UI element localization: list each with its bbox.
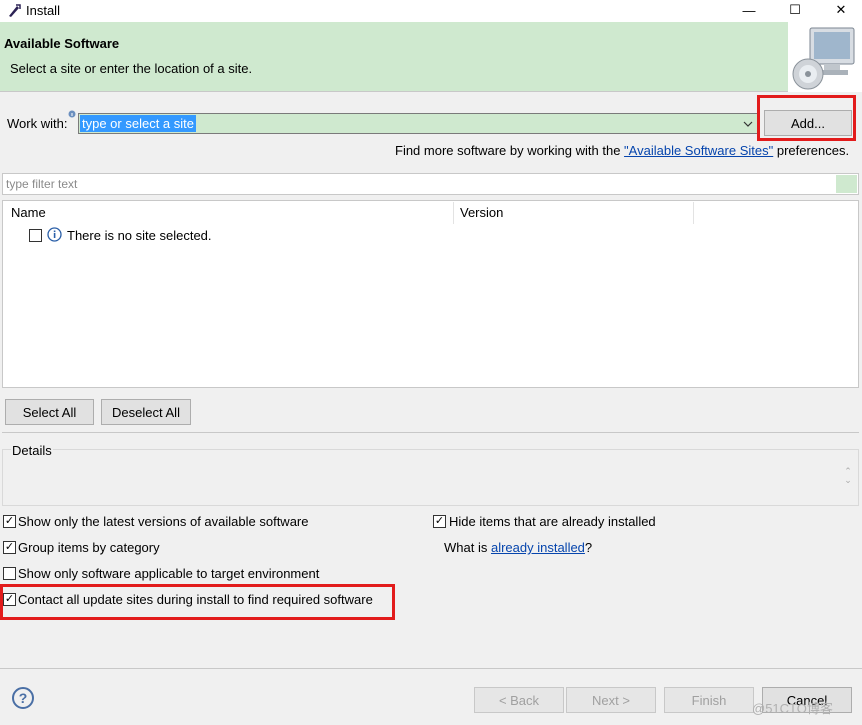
- chevron-down-icon: [743, 121, 752, 127]
- group-by-category-checkbox[interactable]: ✓: [3, 541, 16, 554]
- details-box: [2, 449, 859, 506]
- filter-input[interactable]: [4, 175, 824, 192]
- info-icon: [47, 227, 62, 242]
- table-row-label: There is no site selected.: [67, 228, 212, 243]
- eclipse-app-icon: [9, 4, 21, 17]
- close-button[interactable]: ✕: [818, 0, 862, 20]
- select-all-button[interactable]: Select All: [5, 399, 94, 425]
- row-checkbox[interactable]: [29, 229, 42, 242]
- latest-versions-checkbox[interactable]: ✓: [3, 515, 16, 528]
- close-icon: ✕: [835, 2, 847, 17]
- finish-button[interactable]: Finish: [664, 687, 754, 713]
- install-wizard-icon: [788, 22, 862, 92]
- hide-installed-checkbox[interactable]: ✓: [433, 515, 446, 528]
- what-is-prefix: What is: [444, 540, 491, 555]
- column-divider: [693, 202, 694, 224]
- hide-installed-label: Hide items that are already installed: [449, 514, 656, 529]
- details-scroll-arrows[interactable]: ⌃ ⌄: [843, 467, 853, 487]
- what-is-installed-text: What is already installed?: [444, 540, 592, 555]
- maximize-icon: ☐: [789, 2, 801, 17]
- work-with-label: Work with:: [7, 116, 68, 131]
- minimize-button[interactable]: —: [726, 0, 772, 20]
- maximize-button[interactable]: ☐: [772, 0, 818, 20]
- watermark: @51CTO博客: [752, 701, 833, 716]
- target-environment-label: Show only software applicable to target …: [18, 566, 320, 581]
- available-software-sites-link[interactable]: "Available Software Sites": [624, 143, 773, 158]
- column-header-version[interactable]: Version: [460, 205, 503, 220]
- site-input[interactable]: type or select a site: [80, 115, 196, 132]
- group-by-category-label: Group items by category: [18, 540, 160, 555]
- find-more-suffix: preferences.: [773, 143, 850, 158]
- already-installed-link[interactable]: already installed: [491, 540, 585, 555]
- check-icon: ✓: [4, 515, 15, 527]
- filter-clear-button[interactable]: [836, 175, 857, 193]
- highlight-box-add: [757, 95, 856, 141]
- column-header-name[interactable]: Name: [11, 205, 46, 220]
- deselect-all-button[interactable]: Deselect All: [101, 399, 191, 425]
- header-banner: Available Software Select a site or ente…: [0, 22, 862, 92]
- info-hint-icon: [68, 110, 76, 118]
- divider: [2, 432, 859, 433]
- what-is-suffix: ?: [584, 540, 593, 555]
- target-environment-checkbox[interactable]: [3, 567, 16, 580]
- minimize-icon: —: [742, 2, 756, 18]
- banner-title: Available Software: [4, 36, 120, 51]
- check-icon: ✓: [434, 515, 445, 527]
- help-icon[interactable]: ?: [12, 687, 34, 709]
- banner-subtitle: Select a site or enter the location of a…: [10, 61, 253, 76]
- find-more-prefix: Find more software by working with the: [395, 143, 625, 158]
- footer-divider: [0, 668, 862, 669]
- highlight-box-contact: [0, 584, 395, 620]
- next-button[interactable]: Next >: [566, 687, 656, 713]
- find-more-text: Find more software by working with the "…: [395, 143, 849, 158]
- details-label: Details: [11, 443, 53, 458]
- window-title: Install: [26, 3, 60, 18]
- column-divider: [453, 202, 454, 224]
- combo-dropdown-button[interactable]: [738, 114, 757, 133]
- back-button[interactable]: < Back: [474, 687, 564, 713]
- check-icon: ✓: [4, 541, 15, 553]
- latest-versions-label: Show only the latest versions of availab…: [18, 514, 309, 529]
